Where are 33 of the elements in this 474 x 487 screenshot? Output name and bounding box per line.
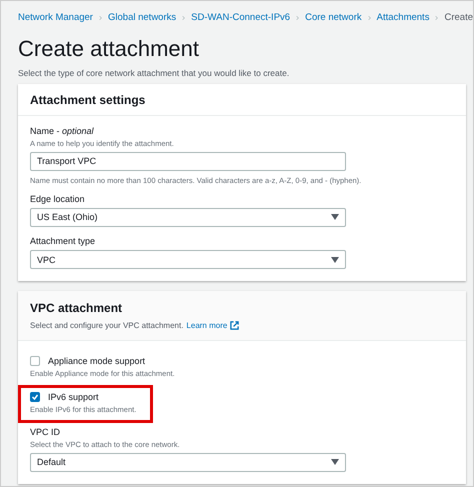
select-field[interactable]: US East (Ohio) [30,208,346,227]
breadcrumb-link[interactable]: Attachments [376,12,430,23]
external-link-icon [230,321,240,330]
checkbox[interactable] [30,356,40,366]
breadcrumb-link[interactable]: Global networks [108,12,176,23]
checkbox-label: IPv6 support [48,392,99,402]
name-field[interactable]: Transport VPC [30,152,346,171]
chevron-icon [435,14,438,22]
field-label: Edge location [30,194,86,204]
caret-icon [331,459,339,466]
field-label: Attachment type [30,236,96,246]
page-title: Create attachment [18,37,200,62]
breadcrumb-link[interactable]: SD-WAN-Connect-IPv6 [191,12,290,23]
field-label: Name - optional [30,126,95,137]
learn-more-link[interactable]: Learn more [186,321,228,330]
select-field[interactable]: Default [30,452,346,472]
field-label: VPC ID [30,427,62,438]
breadcrumb-link[interactable]: Core network [305,12,362,23]
caret-icon [331,214,339,220]
chevron-icon [182,14,186,22]
chevron-icon [296,14,300,22]
checkbox[interactable] [30,392,40,402]
chevron-icon [98,14,102,22]
breadcrumb-link[interactable]: Network Manager [18,12,93,23]
card-description: Select and configure your VPC attachment. [30,321,184,330]
chevron-icon [368,14,371,22]
caret-icon [331,256,339,263]
checkbox-label: Appliance mode support [48,356,146,366]
page-description: Select the type of core network attachment that you would like to create. [18,68,290,78]
card-title: Attachment settings [30,93,146,108]
breadcrumb-current: Create [444,12,473,23]
card-title: VPC attachment [30,301,124,316]
select-field[interactable]: VPC [30,250,346,270]
